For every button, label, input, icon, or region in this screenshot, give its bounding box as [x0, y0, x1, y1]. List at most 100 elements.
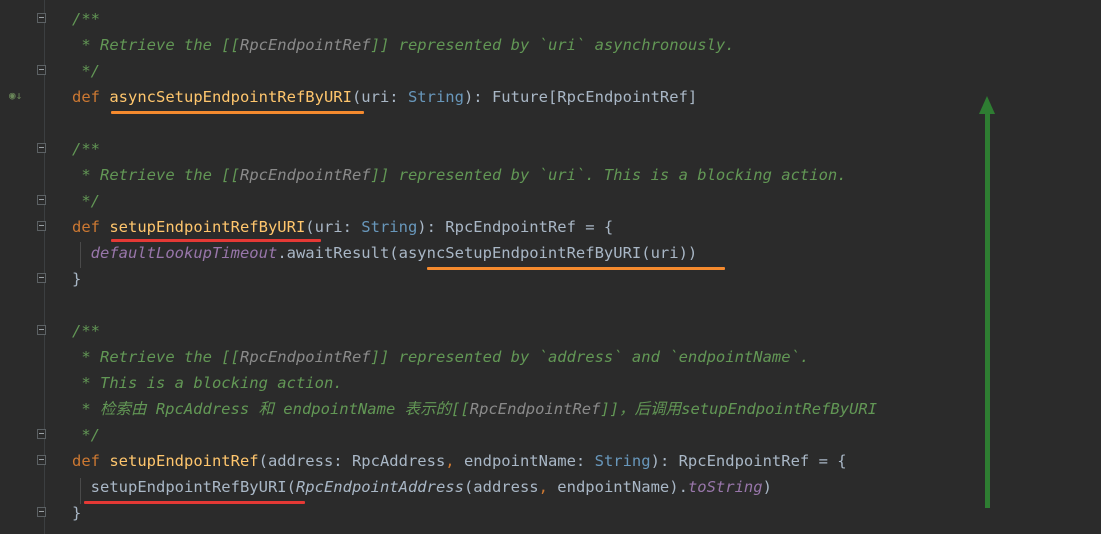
code-line[interactable]: /**: [0, 318, 1101, 344]
code-text: def setupEndpointRefByURI(uri: String): …: [72, 214, 613, 240]
code-token: (address: RpcAddress: [258, 452, 446, 470]
code-token: setupEndpointRefByURI: [109, 218, 306, 236]
fold-end-icon[interactable]: [37, 195, 46, 205]
code-token: defaultLookupTimeout: [90, 244, 278, 262]
code-token: ]] represented by `address` and `endpoin…: [370, 348, 810, 366]
code-text: setupEndpointRefByURI(RpcEndpointAddress…: [72, 474, 772, 500]
code-line[interactable]: ◉↓ def asyncSetupEndpointRefByURI(uri: St…: [0, 84, 1101, 110]
code-token: * This is a blocking action.: [72, 374, 343, 392]
code-token: ,: [538, 478, 558, 496]
code-line[interactable]: def setupEndpointRef(address: RpcAddress…: [0, 448, 1101, 474]
code-token: ,: [445, 452, 464, 470]
code-token: RpcEndpointAddress: [295, 478, 464, 496]
code-token: endpointName).: [557, 478, 688, 496]
code-text: */: [72, 58, 100, 84]
code-token: setupEndpointRef: [109, 452, 259, 470]
annotation-underline-orange: [427, 267, 725, 270]
code-line[interactable]: */: [0, 58, 1101, 84]
code-text: }: [72, 266, 81, 292]
code-token: }: [72, 270, 82, 288]
code-token: toString: [687, 478, 763, 496]
code-text: /**: [72, 136, 100, 162]
code-token: def: [72, 452, 110, 470]
code-text: def asyncSetupEndpointRefByURI(uri: Stri…: [72, 84, 697, 110]
code-text: /**: [72, 6, 100, 32]
code-text: def setupEndpointRef(address: RpcAddress…: [72, 448, 847, 474]
code-line[interactable]: * Retrieve the [[RpcEndpointRef]] repres…: [0, 162, 1101, 188]
code-token: ]] represented by `uri`. This is a block…: [370, 166, 847, 184]
code-token: /**: [72, 322, 100, 340]
code-token: /**: [72, 10, 100, 28]
annotation-underline-red: [111, 239, 321, 242]
code-editor[interactable]: /** * Retrieve the [[RpcEndpointRef]] re…: [0, 0, 1101, 534]
code-token: (uri:: [351, 88, 408, 106]
annotation-underline-red: [84, 501, 305, 504]
code-token: * Retrieve the [[: [72, 166, 240, 184]
code-token: ]] represented by `uri` asynchronously.: [370, 36, 735, 54]
code-text: * Retrieve the [[RpcEndpointRef]] repres…: [72, 32, 735, 58]
code-token: * Retrieve the [[: [72, 36, 240, 54]
fold-collapse-icon[interactable]: [37, 221, 46, 231]
code-token: String: [594, 452, 651, 470]
code-line[interactable]: defaultLookupTimeout.awaitResult(asyncSe…: [0, 240, 1101, 266]
code-token: def: [72, 88, 110, 106]
fold-collapse-icon[interactable]: [37, 143, 46, 153]
code-token: */: [72, 192, 100, 210]
code-token: ): Future[RpcEndpointRef]: [463, 88, 698, 106]
code-token: .awaitResult(asyncSetupEndpointRefByURI(…: [277, 244, 698, 262]
code-token: ]]，后调用setupEndpointRefByURI: [600, 400, 878, 418]
code-line[interactable]: * Retrieve the [[RpcEndpointRef]] repres…: [0, 32, 1101, 58]
fold-end-icon[interactable]: [37, 65, 46, 75]
code-token: RpcEndpointRef: [239, 166, 371, 184]
code-line[interactable]: setupEndpointRefByURI(RpcEndpointAddress…: [0, 474, 1101, 500]
code-token: /**: [72, 140, 100, 158]
code-line[interactable]: */: [0, 188, 1101, 214]
code-token: def: [72, 218, 110, 236]
code-text: */: [72, 188, 100, 214]
code-token: */: [72, 426, 100, 444]
code-token: * Retrieve the [[: [72, 348, 240, 366]
code-text: * Retrieve the [[RpcEndpointRef]] repres…: [72, 344, 809, 370]
indent-guide: [80, 478, 81, 504]
fold-end-icon[interactable]: [37, 507, 46, 517]
implemented-icon[interactable]: ◉↓: [9, 90, 22, 102]
code-token: RpcEndpointRef: [469, 400, 601, 418]
code-text: * 检索由 RpcAddress 和 endpointName 表示的[[Rpc…: [72, 396, 877, 422]
fold-collapse-icon[interactable]: [37, 13, 46, 23]
code-text: /**: [72, 318, 100, 344]
code-token: String: [407, 88, 464, 106]
code-line[interactable]: * Retrieve the [[RpcEndpointRef]] repres…: [0, 344, 1101, 370]
code-token: setupEndpointRefByURI(: [72, 478, 296, 496]
code-line[interactable]: * This is a blocking action.: [0, 370, 1101, 396]
code-token: (address: [463, 478, 539, 496]
code-text: */: [72, 422, 100, 448]
annotation-arrow-shaft: [985, 112, 990, 508]
code-token: (uri:: [305, 218, 362, 236]
code-line[interactable]: [0, 292, 1101, 318]
code-token: ): RpcEndpointRef = {: [417, 218, 614, 236]
fold-end-icon[interactable]: [37, 273, 46, 283]
code-token: */: [72, 62, 100, 80]
code-token: }: [72, 504, 82, 522]
code-token: RpcEndpointRef: [239, 348, 371, 366]
fold-end-icon[interactable]: [37, 429, 46, 439]
code-token: ): [762, 478, 772, 496]
code-token: * 检索由 RpcAddress 和 endpointName 表示的[[: [72, 400, 470, 418]
annotation-underline-orange: [111, 111, 364, 114]
code-token: ): RpcEndpointRef = {: [650, 452, 847, 470]
code-line[interactable]: /**: [0, 136, 1101, 162]
indent-guide: [80, 242, 81, 268]
fold-collapse-icon[interactable]: [37, 455, 46, 465]
code-text: * Retrieve the [[RpcEndpointRef]] repres…: [72, 162, 847, 188]
code-line[interactable]: * 检索由 RpcAddress 和 endpointName 表示的[[Rpc…: [0, 396, 1101, 422]
code-token: endpointName:: [463, 452, 595, 470]
code-text: defaultLookupTimeout.awaitResult(asyncSe…: [72, 240, 698, 266]
code-line[interactable]: def setupEndpointRefByURI(uri: String): …: [0, 214, 1101, 240]
code-token: RpcEndpointRef: [239, 36, 371, 54]
code-token: String: [361, 218, 418, 236]
code-line[interactable]: /**: [0, 6, 1101, 32]
code-line[interactable]: */: [0, 422, 1101, 448]
fold-collapse-icon[interactable]: [37, 325, 46, 335]
code-token: asyncSetupEndpointRefByURI: [109, 88, 352, 106]
